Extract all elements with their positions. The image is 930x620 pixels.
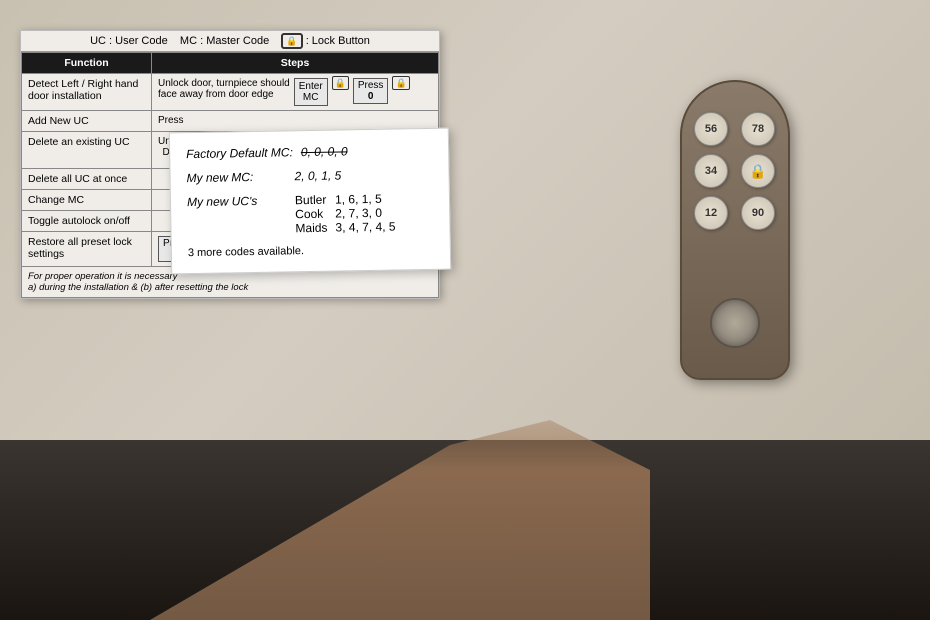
lock-btn-90[interactable]: 90 [741,196,775,230]
user-maids: Maids [295,221,327,236]
legend-text: UC : User Code MC : Master Code 🔒 : Lock… [90,35,370,47]
factory-default-line: Factory Default MC: 0, 0, 0, 0 [186,143,432,161]
lock-device: 56 78 34 🔒 12 90 [680,80,800,400]
function-restore: Restore all preset locksettings [22,232,152,267]
lock-outer: 56 78 34 🔒 12 90 [680,80,790,380]
function-delete-uc: Delete an existing UC [22,132,152,169]
lock-buttons-grid: 56 78 34 🔒 12 90 [694,112,780,230]
lock-btn-symbol[interactable]: 🔒 [741,154,775,188]
lock-btn-34[interactable]: 34 [694,154,728,188]
function-delete-all: Delete all UC at once [22,169,152,190]
lock-btn-56[interactable]: 56 [694,112,728,146]
more-codes-text: 3 more codes available. [188,243,434,259]
lock-btn-78[interactable]: 78 [741,112,775,146]
my-new-mc-line: My new MC: 2, 0, 1, 5 [186,167,432,185]
table-row: Detect Left / Right handdoor installatio… [22,74,439,111]
header-function: Function [22,53,152,74]
function-add-uc: Add New UC [22,111,152,132]
factory-default-value: 0, 0, 0, 0 [301,144,348,159]
user-cook: Cook [295,207,327,222]
uc-values: 1, 6, 1, 5 2, 7, 3, 0 3, 4, 7, 4, 5 [335,192,396,235]
legend-row: UC : User Code MC : Master Code 🔒 : Lock… [21,31,439,52]
code-cook: 2, 7, 3, 0 [335,206,395,221]
my-new-mc-label: My new MC: [186,169,286,185]
my-new-ucs-line: My new UC's Butler Cook Maids 1, 6, 1, 5… [187,191,434,237]
uc-block: Butler Cook Maids 1, 6, 1, 5 2, 7, 3, 0 … [295,192,396,236]
header-steps: Steps [152,53,439,74]
lock-btn-12[interactable]: 12 [694,196,728,230]
uc-names: Butler Cook Maids [295,193,328,236]
function-change-mc: Change MC [22,190,152,211]
my-new-ucs-label: My new UC's [187,193,287,209]
factory-default-label: Factory Default MC: [186,145,293,161]
lock-cylinder [710,298,760,348]
code-maids: 3, 4, 7, 4, 5 [335,220,395,235]
function-autolock: Toggle autolock on/off [22,211,152,232]
code-butler: 1, 6, 1, 5 [335,192,395,207]
user-butler: Butler [295,193,327,208]
function-detect: Detect Left / Right handdoor installatio… [22,74,152,111]
steps-detect: Unlock door, turnpiece shouldface away f… [152,74,439,111]
my-new-mc-value: 2, 0, 1, 5 [294,168,341,183]
sticky-note: Factory Default MC: 0, 0, 0, 0 My new MC… [169,128,451,275]
